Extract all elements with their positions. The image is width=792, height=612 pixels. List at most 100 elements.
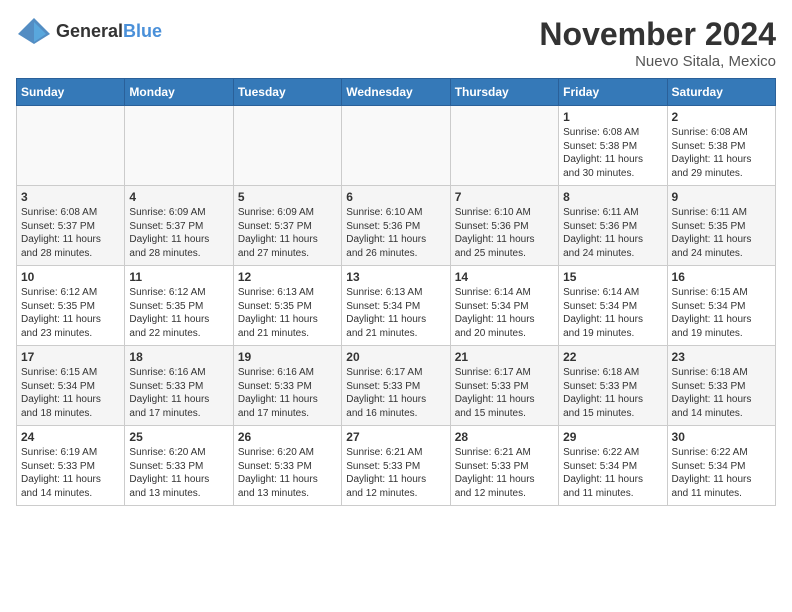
day-cell: 7Sunrise: 6:10 AM Sunset: 5:36 PM Daylig… xyxy=(450,186,558,266)
day-cell: 17 Sunrise: 6:15 AM Sunset: 5:34 PM Dayli… xyxy=(17,346,125,426)
day-cell: 3 Sunrise: 6:08 AM Sunset: 5:37 PM Daylig… xyxy=(17,186,125,266)
day-cell xyxy=(125,106,233,186)
day-cell: 13 Sunrise: 6:13 AM Sunset: 5:34 PM Dayli… xyxy=(342,266,450,346)
logo-blue: Blue xyxy=(123,21,162,41)
day-cell: 4Sunrise: 6:09 AM Sunset: 5:37 PM Daylig… xyxy=(125,186,233,266)
day-cell: 6Sunrise: 6:10 AM Sunset: 5:36 PM Daylig… xyxy=(342,186,450,266)
day-number: 10 xyxy=(21,270,120,284)
day-number: 7 xyxy=(455,190,554,204)
day-number: 29 xyxy=(563,430,662,444)
day-cell: 30 Sunrise: 6:22 AM Sunset: 5:34 PM Dayli… xyxy=(667,426,775,506)
day-cell: 14Sunrise: 6:14 AM Sunset: 5:34 PM Dayli… xyxy=(450,266,558,346)
day-number: 27 xyxy=(346,430,445,444)
day-number: 13 xyxy=(346,270,445,284)
day-info: Sunrise: 6:22 AM Sunset: 5:34 PM Dayligh… xyxy=(563,446,662,500)
day-info: Sunrise: 6:20 AM Sunset: 5:33 PM Dayligh… xyxy=(129,446,228,500)
day-number: 9 xyxy=(672,190,771,204)
day-number: 2 xyxy=(672,110,771,124)
week-row-5: 24 Sunrise: 6:19 AM Sunset: 5:33 PM Dayli… xyxy=(17,426,776,506)
day-number: 4 xyxy=(129,190,228,204)
day-cell xyxy=(233,106,341,186)
day-info: Sunrise: 6:18 AM Sunset: 5:33 PM Dayligh… xyxy=(672,366,771,420)
day-info: Sunrise: 6:14 AM Sunset: 5:34 PM Dayligh… xyxy=(455,286,554,340)
day-info: Sunrise: 6:14 AM Sunset: 5:34 PM Dayligh… xyxy=(563,286,662,340)
day-number: 3 xyxy=(21,190,120,204)
day-number: 8 xyxy=(563,190,662,204)
day-number: 1 xyxy=(563,110,662,124)
logo: GeneralBlue xyxy=(16,16,162,46)
day-info: Sunrise: 6:10 AM Sunset: 5:36 PM Dayligh… xyxy=(346,206,445,260)
day-number: 19 xyxy=(238,350,337,364)
day-info: Sunrise: 6:08 AM Sunset: 5:38 PM Dayligh… xyxy=(672,126,771,180)
day-number: 30 xyxy=(672,430,771,444)
day-info: Sunrise: 6:13 AM Sunset: 5:35 PM Dayligh… xyxy=(238,286,337,340)
weekday-header-tuesday: Tuesday xyxy=(233,79,341,106)
day-number: 15 xyxy=(563,270,662,284)
day-cell: 16 Sunrise: 6:15 AM Sunset: 5:34 PM Dayli… xyxy=(667,266,775,346)
day-cell: 24 Sunrise: 6:19 AM Sunset: 5:33 PM Dayli… xyxy=(17,426,125,506)
logo-icon xyxy=(16,16,52,46)
day-cell: 20 Sunrise: 6:17 AM Sunset: 5:33 PM Dayli… xyxy=(342,346,450,426)
weekday-header-monday: Monday xyxy=(125,79,233,106)
day-number: 5 xyxy=(238,190,337,204)
day-cell: 26Sunrise: 6:20 AM Sunset: 5:33 PM Dayli… xyxy=(233,426,341,506)
day-info: Sunrise: 6:15 AM Sunset: 5:34 PM Dayligh… xyxy=(21,366,120,420)
location: Nuevo Sitala, Mexico xyxy=(539,53,776,70)
day-cell: 5 Sunrise: 6:09 AM Sunset: 5:37 PM Daylig… xyxy=(233,186,341,266)
day-info: Sunrise: 6:19 AM Sunset: 5:33 PM Dayligh… xyxy=(21,446,120,500)
week-row-4: 17 Sunrise: 6:15 AM Sunset: 5:34 PM Dayli… xyxy=(17,346,776,426)
day-cell: 10Sunrise: 6:12 AM Sunset: 5:35 PM Dayli… xyxy=(17,266,125,346)
day-cell: 25 Sunrise: 6:20 AM Sunset: 5:33 PM Dayli… xyxy=(125,426,233,506)
weekday-header-wednesday: Wednesday xyxy=(342,79,450,106)
calendar-table: SundayMondayTuesdayWednesdayThursdayFrid… xyxy=(16,78,776,506)
day-number: 26 xyxy=(238,430,337,444)
day-number: 16 xyxy=(672,270,771,284)
logo-general: General xyxy=(56,21,123,41)
day-info: Sunrise: 6:11 AM Sunset: 5:35 PM Dayligh… xyxy=(672,206,771,260)
day-cell xyxy=(450,106,558,186)
day-number: 24 xyxy=(21,430,120,444)
weekday-header-saturday: Saturday xyxy=(667,79,775,106)
day-cell: 8 Sunrise: 6:11 AM Sunset: 5:36 PM Daylig… xyxy=(559,186,667,266)
day-cell xyxy=(342,106,450,186)
day-info: Sunrise: 6:12 AM Sunset: 5:35 PM Dayligh… xyxy=(129,286,228,340)
day-cell xyxy=(17,106,125,186)
day-number: 21 xyxy=(455,350,554,364)
week-row-1: 1 Sunrise: 6:08 AM Sunset: 5:38 PM Daylig… xyxy=(17,106,776,186)
day-info: Sunrise: 6:18 AM Sunset: 5:33 PM Dayligh… xyxy=(563,366,662,420)
day-cell: 22 Sunrise: 6:18 AM Sunset: 5:33 PM Dayli… xyxy=(559,346,667,426)
day-cell: 11 Sunrise: 6:12 AM Sunset: 5:35 PM Dayli… xyxy=(125,266,233,346)
month-title: November 2024 xyxy=(539,16,776,53)
day-cell: 23Sunrise: 6:18 AM Sunset: 5:33 PM Dayli… xyxy=(667,346,775,426)
day-info: Sunrise: 6:16 AM Sunset: 5:33 PM Dayligh… xyxy=(129,366,228,420)
day-info: Sunrise: 6:15 AM Sunset: 5:34 PM Dayligh… xyxy=(672,286,771,340)
day-info: Sunrise: 6:09 AM Sunset: 5:37 PM Dayligh… xyxy=(238,206,337,260)
day-info: Sunrise: 6:08 AM Sunset: 5:38 PM Dayligh… xyxy=(563,126,662,180)
day-info: Sunrise: 6:13 AM Sunset: 5:34 PM Dayligh… xyxy=(346,286,445,340)
weekday-header-thursday: Thursday xyxy=(450,79,558,106)
day-cell: 21Sunrise: 6:17 AM Sunset: 5:33 PM Dayli… xyxy=(450,346,558,426)
day-cell: 9 Sunrise: 6:11 AM Sunset: 5:35 PM Daylig… xyxy=(667,186,775,266)
day-number: 17 xyxy=(21,350,120,364)
day-number: 20 xyxy=(346,350,445,364)
day-info: Sunrise: 6:16 AM Sunset: 5:33 PM Dayligh… xyxy=(238,366,337,420)
day-number: 25 xyxy=(129,430,228,444)
day-cell: 2 Sunrise: 6:08 AM Sunset: 5:38 PM Daylig… xyxy=(667,106,775,186)
day-number: 18 xyxy=(129,350,228,364)
day-cell: 12 Sunrise: 6:13 AM Sunset: 5:35 PM Dayli… xyxy=(233,266,341,346)
day-cell: 15 Sunrise: 6:14 AM Sunset: 5:34 PM Dayli… xyxy=(559,266,667,346)
weekday-header-row: SundayMondayTuesdayWednesdayThursdayFrid… xyxy=(17,79,776,106)
day-cell: 19 Sunrise: 6:16 AM Sunset: 5:33 PM Dayli… xyxy=(233,346,341,426)
day-cell: 18 Sunrise: 6:16 AM Sunset: 5:33 PM Dayli… xyxy=(125,346,233,426)
day-number: 12 xyxy=(238,270,337,284)
week-row-2: 3 Sunrise: 6:08 AM Sunset: 5:37 PM Daylig… xyxy=(17,186,776,266)
day-info: Sunrise: 6:08 AM Sunset: 5:37 PM Dayligh… xyxy=(21,206,120,260)
day-number: 22 xyxy=(563,350,662,364)
day-info: Sunrise: 6:11 AM Sunset: 5:36 PM Dayligh… xyxy=(563,206,662,260)
day-number: 11 xyxy=(129,270,228,284)
day-info: Sunrise: 6:17 AM Sunset: 5:33 PM Dayligh… xyxy=(346,366,445,420)
day-cell: 1 Sunrise: 6:08 AM Sunset: 5:38 PM Daylig… xyxy=(559,106,667,186)
day-number: 28 xyxy=(455,430,554,444)
day-info: Sunrise: 6:22 AM Sunset: 5:34 PM Dayligh… xyxy=(672,446,771,500)
day-info: Sunrise: 6:21 AM Sunset: 5:33 PM Dayligh… xyxy=(346,446,445,500)
